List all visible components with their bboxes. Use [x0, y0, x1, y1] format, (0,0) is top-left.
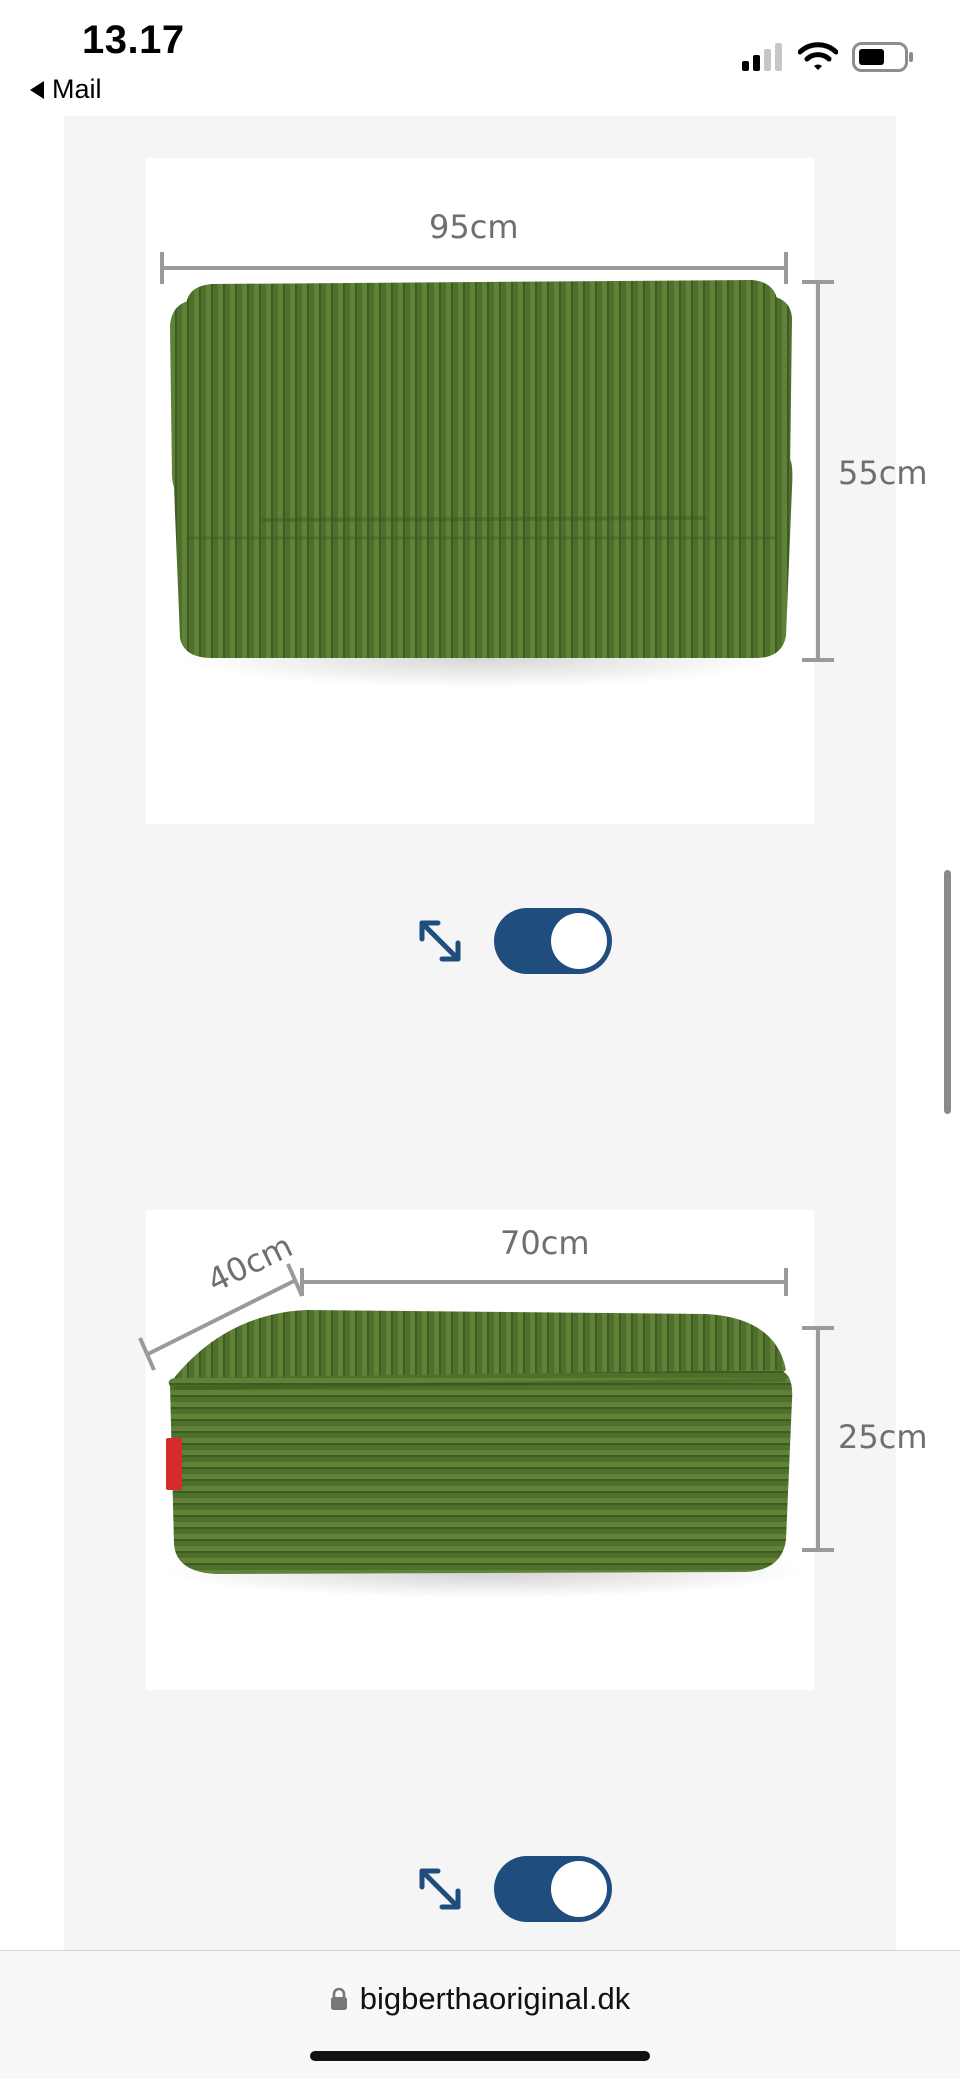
brand-tag [166, 1438, 182, 1490]
footstool-width-dimension-line [300, 1268, 788, 1296]
expand-icon[interactable] [414, 1863, 466, 1915]
toggle-knob [551, 1861, 607, 1917]
url-row[interactable]: bigberthaoriginal.dk [0, 1981, 960, 2017]
dimensions-toggle[interactable] [494, 1856, 612, 1922]
sofa-image-controls [414, 908, 612, 974]
footstool-image-controls [414, 1856, 612, 1922]
footstool-height-label: 25cm [838, 1418, 928, 1456]
footstool-width-label: 70cm [500, 1224, 590, 1262]
dimensions-toggle[interactable] [494, 908, 612, 974]
home-indicator[interactable] [310, 2051, 650, 2061]
sofa-height-label: 55cm [838, 454, 928, 492]
status-icons [742, 42, 914, 72]
status-time: 13.17 [82, 18, 185, 62]
battery-icon [852, 42, 913, 72]
sofa-dimensions-image: 95cm 55cm [146, 158, 927, 824]
status-bar: 13.17 Mail [0, 0, 960, 116]
back-to-mail-button[interactable]: Mail [30, 74, 102, 105]
wifi-icon [798, 42, 838, 70]
footstool-dimensions-image: 70cm 40cm 25cm [138, 1210, 927, 1690]
lock-icon [330, 1987, 347, 2010]
back-arrow-icon [30, 80, 44, 99]
signal-icon [742, 43, 782, 71]
sofa-width-label: 95cm [429, 208, 519, 246]
toggle-knob [551, 913, 607, 969]
sofa-illustration [160, 252, 834, 688]
sofa-width-dimension-line [160, 252, 788, 284]
page-scrollbar[interactable] [944, 870, 951, 1114]
url-text: bigberthaoriginal.dk [359, 1981, 631, 2016]
browser-address-bar[interactable]: bigberthaoriginal.dk [0, 1950, 960, 2079]
back-app-label: Mail [52, 74, 102, 104]
expand-icon[interactable] [414, 915, 466, 967]
